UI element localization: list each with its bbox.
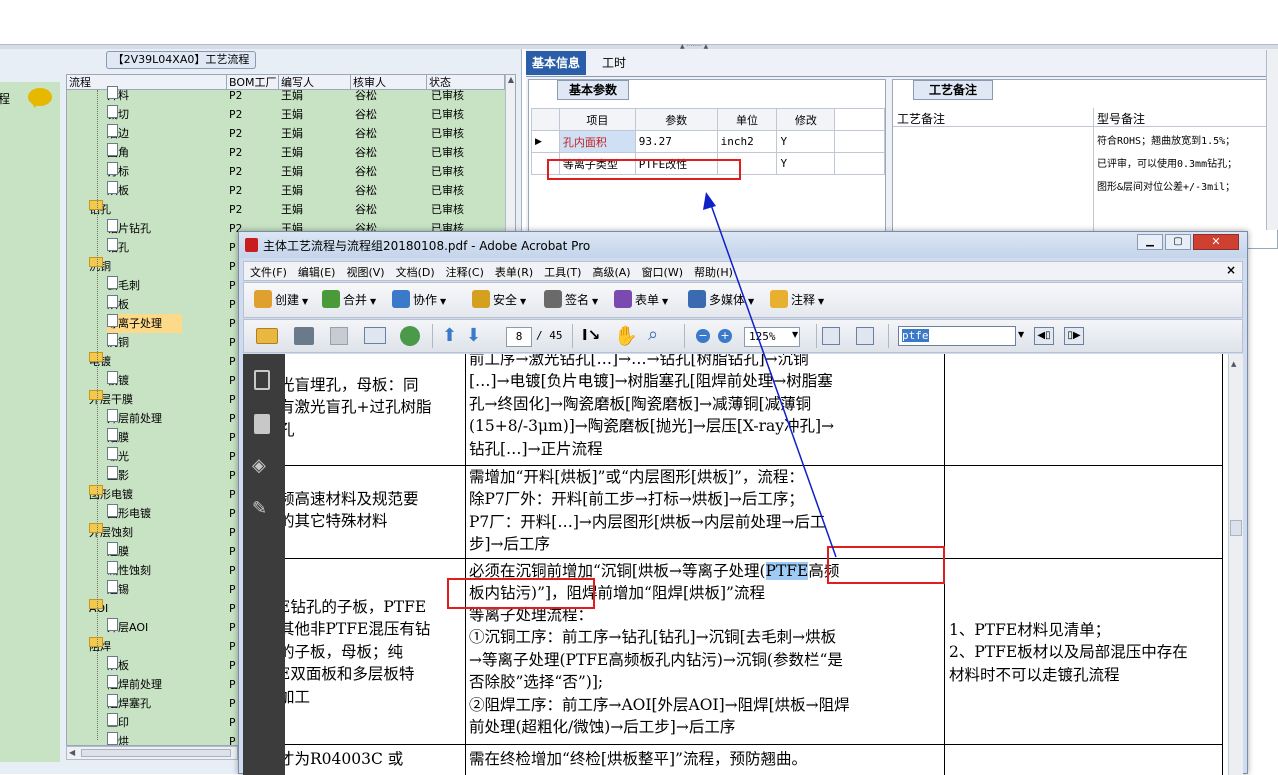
annotation-arrow: [703, 192, 837, 558]
